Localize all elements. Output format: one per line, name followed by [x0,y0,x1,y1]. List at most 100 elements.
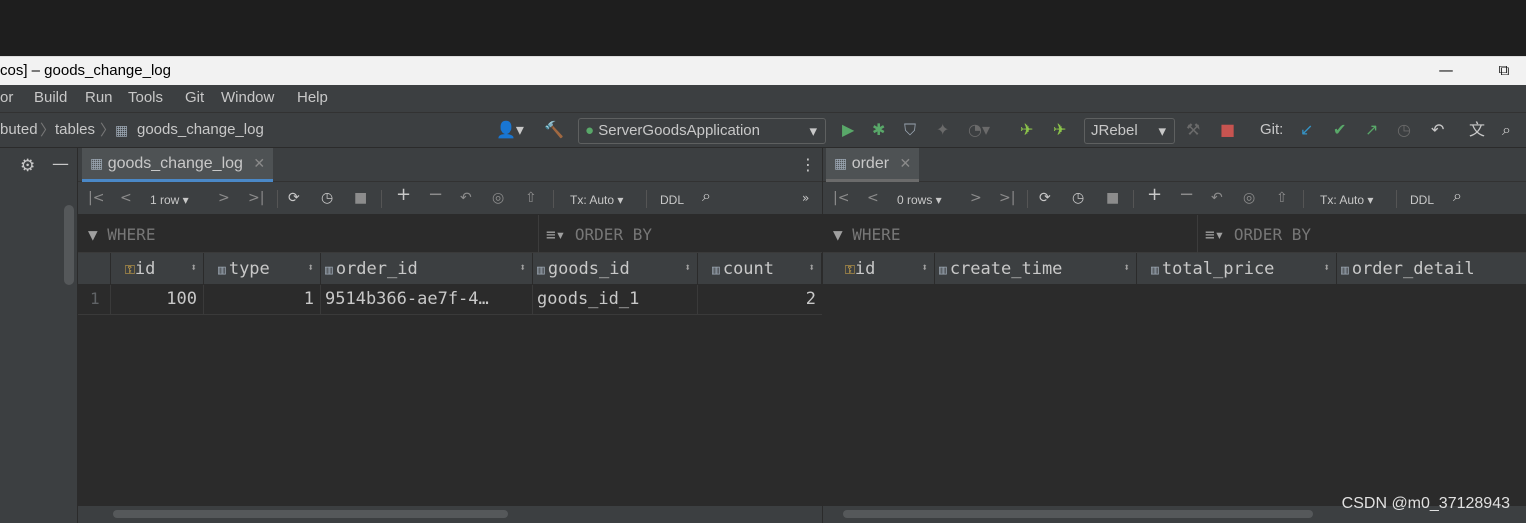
previous-page-icon[interactable]: < [867,190,879,206]
scrollbar-thumb[interactable] [843,510,1313,518]
git-rollback-icon[interactable]: ↶ [1431,121,1444,139]
cell-id[interactable]: 100 [111,285,204,315]
history-icon[interactable]: ◷ [321,190,333,206]
column-header-id[interactable]: ⚿id ⬍ [111,253,204,285]
cell-goods-id[interactable]: goods_id_1 [533,285,698,315]
ddl-button[interactable]: DDL [660,192,684,208]
restore-button[interactable]: ⧉ [1492,59,1516,81]
run-configuration-select[interactable]: ● ServerGoodsApplication ▾ [578,118,826,144]
search-icon[interactable]: ⌕ [1502,121,1511,139]
column-header-order-detail[interactable]: ▥ order_detail [1337,253,1526,285]
breadcrumb-item-tables[interactable]: tables [55,121,95,138]
preview-icon[interactable]: ◎ [1243,190,1255,206]
left-horizontal-scrollbar[interactable] [78,506,822,523]
gear-icon[interactable]: ⚙ [20,156,35,176]
column-header-create-time[interactable]: ▥ create_time ⬍ [935,253,1137,285]
table-row[interactable]: 1 100 1 9514b366-ae7f-4… goods_id_1 2 [78,285,822,315]
overflow-icon[interactable]: » [802,190,809,206]
menu-help[interactable]: Help [297,89,328,106]
submit-icon[interactable]: ⇧ [1276,190,1288,206]
column-header-count[interactable]: ▥ count ⬍ [698,253,822,285]
delete-row-icon[interactable]: − [428,186,443,204]
close-icon[interactable]: ✕ [900,155,912,171]
stop-icon[interactable]: ■ [1220,121,1235,139]
tab-goods-change-log[interactable]: ▦ goods_change_log ✕ [82,148,274,182]
translate-icon[interactable]: 文 [1469,121,1485,139]
revert-icon[interactable]: ↶ [460,190,472,206]
close-icon[interactable]: ✕ [253,155,265,171]
column-header-id[interactable]: ⚿id ⬍ [823,253,935,285]
menu-run[interactable]: Run [85,89,113,106]
chevron-down-icon: ▾ [1158,123,1166,140]
collapse-icon[interactable]: — [52,154,69,174]
column-header-order-id[interactable]: ▥ order_id ⬍ [321,253,533,285]
cell-order-id[interactable]: 9514b366-ae7f-4… [321,285,533,315]
where-filter[interactable]: ▼ WHERE [88,225,155,244]
git-update-icon[interactable]: ↙ [1300,121,1313,139]
submit-icon[interactable]: ⇧ [525,190,537,206]
ddl-button[interactable]: DDL [1410,192,1434,208]
transaction-mode-select[interactable]: Tx: Auto ▾ [570,192,623,208]
transaction-mode-select[interactable]: Tx: Auto ▾ [1320,192,1373,208]
row-count-select[interactable]: 0 rows ▾ [897,192,942,208]
column-header-type[interactable]: ▥ type ⬍ [204,253,321,285]
breadcrumb-item-project[interactable]: buted [0,121,38,138]
next-page-icon[interactable]: > [218,190,230,206]
search-icon[interactable]: ⌕ [1453,188,1462,204]
user-icon[interactable]: 👤▾ [496,121,524,139]
history-icon[interactable]: ◷ [1072,190,1084,206]
jrebel-debug-icon[interactable]: ✈ [1053,121,1066,139]
git-commit-icon[interactable]: ✔ [1333,121,1346,139]
order-by-filter[interactable]: ≡▾ ORDER BY [546,225,652,244]
search-icon[interactable]: ⌕ [702,188,711,204]
add-row-icon[interactable]: + [1147,186,1162,204]
profile-icon[interactable]: ✦ [936,121,949,139]
column-icon: ▥ [939,263,947,278]
coverage-shield-icon[interactable]: ⛉ [904,121,916,139]
git-history-icon[interactable]: ◷ [1397,121,1411,139]
git-push-icon[interactable]: ↗ [1365,121,1378,139]
previous-page-icon[interactable]: < [120,190,132,206]
menu-git[interactable]: Git [185,89,204,106]
panel-scrollbar[interactable] [64,205,74,285]
next-page-icon[interactable]: > [970,190,982,206]
menu-build[interactable]: Build [34,89,67,106]
sort-icon: ≡▾ [1205,225,1225,244]
revert-icon[interactable]: ↶ [1211,190,1223,206]
where-filter[interactable]: ▼ WHERE [833,225,900,244]
stop-query-icon[interactable]: ■ [1106,190,1119,206]
preview-icon[interactable]: ◎ [492,190,504,206]
cell-type[interactable]: 1 [204,285,321,315]
add-row-icon[interactable]: + [396,186,411,204]
refresh-icon[interactable]: ⟳ [1039,190,1051,206]
delete-row-icon[interactable]: − [1179,186,1194,204]
attach-icon[interactable]: ◔▾ [968,121,990,139]
first-page-icon[interactable]: |< [833,190,849,206]
order-by-filter[interactable]: ≡▾ ORDER BY [1205,225,1311,244]
run-icon[interactable]: ▶ [842,121,854,139]
menu-editor[interactable]: or [0,89,13,106]
tab-order[interactable]: ▦ order ✕ [826,148,920,182]
last-page-icon[interactable]: >| [999,190,1015,206]
row-count-select[interactable]: 1 row ▾ [150,192,189,208]
breadcrumb-item-table[interactable]: goods_change_log [137,121,264,138]
debug-bug-icon[interactable]: ✱ [872,121,885,139]
cell-count[interactable]: 2 [698,285,822,315]
minimize-button[interactable]: — [1434,59,1458,81]
more-vertical-icon[interactable]: ⋮ [800,155,816,174]
first-page-icon[interactable]: |< [88,190,104,206]
refresh-icon[interactable]: ⟳ [288,190,300,206]
column-icon: ▥ [218,263,226,278]
build-hammer-icon[interactable]: 🔨 [544,121,564,139]
menu-tools[interactable]: Tools [128,89,163,106]
menu-window[interactable]: Window [221,89,274,106]
stop-query-icon[interactable]: ■ [354,190,367,206]
last-page-icon[interactable]: >| [248,190,264,206]
scrollbar-thumb[interactable] [113,510,508,518]
column-header-goods-id[interactable]: ▥ goods_id ⬍ [533,253,698,285]
hammer-disabled-icon[interactable]: ⚒ [1186,121,1200,139]
jrebel-run-icon[interactable]: ✈ [1020,121,1033,139]
git-label: Git: [1260,121,1284,138]
column-header-total-price[interactable]: ▥ total_price ⬍ [1137,253,1337,285]
jrebel-select[interactable]: JRebel ▾ [1084,118,1175,144]
